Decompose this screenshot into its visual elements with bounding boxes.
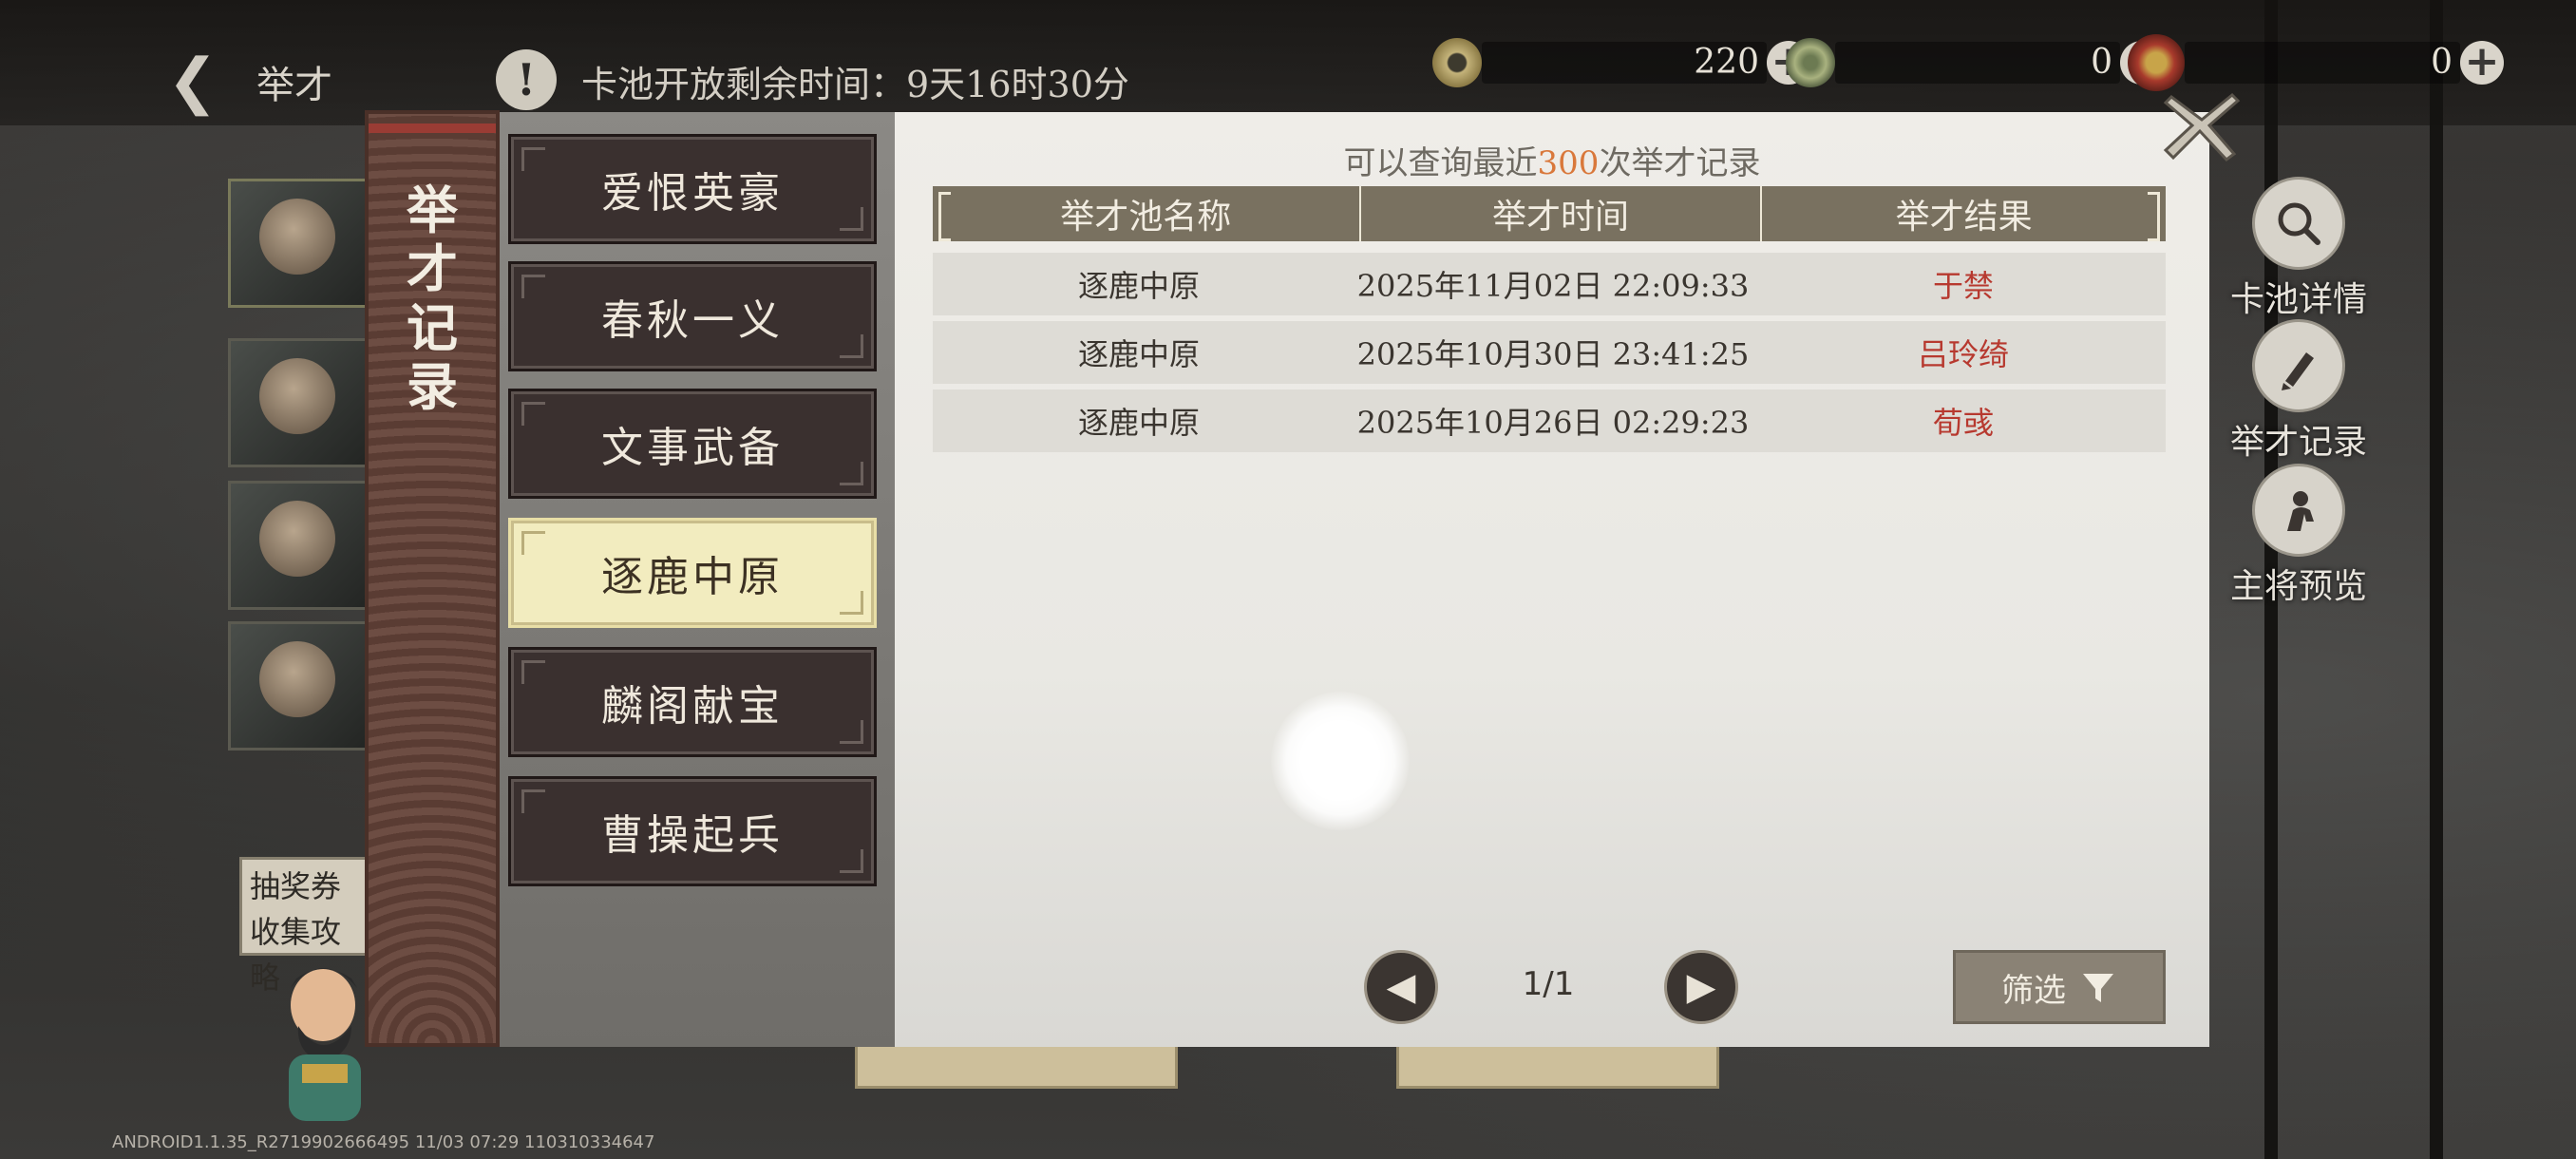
records-subtitle: 可以查询最近300次举才记录 — [895, 137, 2209, 183]
hero-portrait[interactable] — [228, 338, 370, 467]
subtitle-text: 次举才记录 — [1599, 144, 1761, 182]
tab-pool[interactable]: 文事武备 — [508, 389, 877, 499]
chevron-left-icon: ◀ — [1386, 965, 1416, 1009]
panel-title: 举才记录 — [369, 180, 496, 416]
side-button-label: 举才记录 — [2229, 423, 2367, 462]
tab-label: 文事武备 — [601, 424, 784, 472]
general-preview-button[interactable]: 主将预览 — [2213, 464, 2384, 608]
page-indicator: 1/1 — [1522, 965, 1575, 1003]
jade-icon — [1786, 38, 1835, 87]
back-label: 举才 — [256, 64, 332, 107]
tab-pool[interactable]: 爱恨英豪 — [508, 134, 877, 244]
pool-timer: 卡池开放剩余时间：9天16时30分 — [581, 64, 1129, 105]
tab-label: 春秋一义 — [601, 296, 784, 345]
tab-pool[interactable]: 春秋一义 — [508, 261, 877, 371]
tab-label: 爱恨英豪 — [601, 169, 784, 218]
general-icon — [2252, 464, 2345, 557]
tab-label: 逐鹿中原 — [601, 553, 784, 601]
currency-value: 0 — [2185, 42, 2460, 84]
draw-records-button[interactable]: 举才记录 — [2213, 319, 2384, 464]
subtitle-text: 可以查询最近 — [1343, 144, 1538, 182]
tab-label: 曹操起兵 — [601, 811, 784, 860]
tab-pool[interactable]: 曹操起兵 — [508, 776, 877, 886]
hero-portrait[interactable] — [228, 621, 370, 750]
version-text: ANDROID1.1.35_R2719902666495 11/03 07:29… — [112, 1132, 655, 1152]
filter-icon — [2083, 974, 2113, 1002]
record-limit: 300 — [1537, 144, 1600, 182]
pool-name: 逐鹿中原 — [1077, 405, 1200, 441]
currency-value: 220 — [1482, 42, 1767, 84]
next-page-button[interactable]: ▶ — [1664, 950, 1738, 1024]
panel-title-strip: 举才记录 — [365, 110, 500, 1047]
title-char: 举才记录 — [369, 180, 496, 416]
currency-coin: 220 + — [1432, 36, 1810, 89]
draw-time: 2025年10月26日 02:29:23 — [1356, 405, 1750, 441]
tab-pool-active[interactable]: 逐鹿中原 — [508, 518, 877, 628]
draw-result[interactable]: 吕玲绮 — [1761, 321, 2166, 384]
side-button-label: 卡池详情 — [2229, 280, 2367, 319]
tab-label: 麟阁献宝 — [601, 682, 784, 731]
column-header: 举才时间 — [1361, 186, 1763, 241]
filter-label: 筛选 — [2001, 971, 2066, 1010]
table-header: 举才池名称 举才时间 举才结果 — [933, 186, 2166, 241]
brush-icon — [2252, 319, 2345, 412]
pool-details-button[interactable]: 卡池详情 — [2213, 177, 2384, 321]
hero-portrait[interactable] — [228, 179, 370, 308]
back-button[interactable]: ❮ 举才 — [167, 42, 357, 122]
currency-jade: 0 + — [1786, 36, 2164, 89]
hero-portrait[interactable] — [228, 481, 370, 610]
magnifier-icon — [2252, 177, 2345, 270]
column-header: 举才池名称 — [933, 186, 1361, 241]
add-gem-button[interactable]: + — [2460, 41, 2504, 85]
prev-page-button[interactable]: ◀ — [1364, 950, 1438, 1024]
draw-time: 2025年11月02日 22:09:33 — [1356, 268, 1750, 304]
table-row: 逐鹿中原 2025年10月30日 23:41:25 吕玲绮 — [933, 321, 2166, 384]
background-pillar — [2430, 0, 2443, 1159]
draw-result[interactable]: 于禁 — [1761, 253, 2166, 315]
pool-name: 逐鹿中原 — [1077, 336, 1200, 372]
coin-icon — [1432, 38, 1482, 87]
pool-name: 逐鹿中原 — [1077, 268, 1200, 304]
gem-icon — [2128, 34, 2185, 91]
tab-pool[interactable]: 麟阁献宝 — [508, 647, 877, 757]
touch-indicator — [1271, 692, 1410, 830]
back-arrow-icon: ❮ — [167, 47, 218, 117]
currency-gem: 0 + — [2128, 34, 2504, 91]
table-row: 逐鹿中原 2025年10月26日 02:29:23 荀彧 — [933, 390, 2166, 452]
side-button-label: 主将预览 — [2229, 567, 2367, 606]
chevron-right-icon: ▶ — [1686, 965, 1716, 1009]
table-row: 逐鹿中原 2025年11月02日 22:09:33 于禁 — [933, 253, 2166, 315]
filter-button[interactable]: 筛选 — [1953, 950, 2166, 1024]
draw-result[interactable]: 荀彧 — [1761, 390, 2166, 452]
title-text: 举才记录 — [407, 180, 458, 417]
column-header: 举才结果 — [1895, 198, 2033, 237]
info-icon[interactable]: ! — [496, 49, 557, 110]
currency-value: 0 — [1835, 42, 2120, 84]
draw-time: 2025年10月30日 23:41:25 — [1356, 336, 1750, 372]
lottery-ticket-guide[interactable]: 抽奖券收集攻略 — [239, 857, 372, 996]
